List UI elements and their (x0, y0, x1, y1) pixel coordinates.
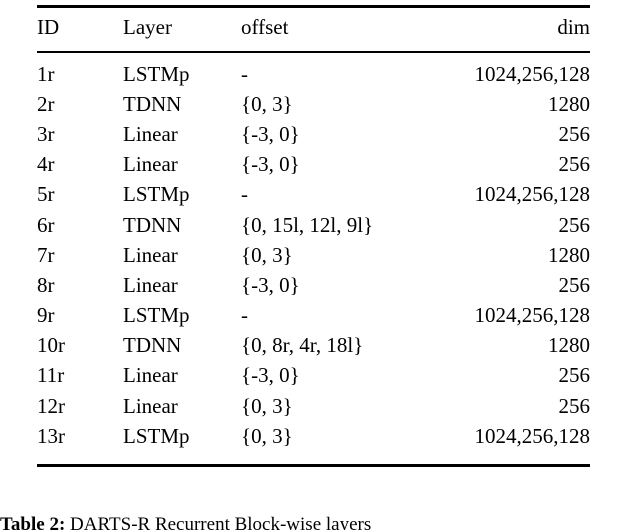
cell-offset: {-3, 0} (241, 272, 300, 297)
cell-layer: LSTMp (123, 182, 190, 207)
cell-dim: 256 (558, 272, 591, 297)
cell-id: 3r (37, 121, 55, 146)
cell-offset: {0, 15l, 12l, 9l} (241, 212, 374, 237)
cell-dim: 1280 (548, 333, 590, 358)
cell-offset: {0, 3} (241, 242, 293, 267)
table-row: 12r Linear {0, 3} 256 (37, 393, 591, 426)
cell-layer: Linear (123, 152, 178, 177)
cell-dim: 256 (558, 393, 591, 418)
table-row: 11r Linear {-3, 0} 256 (37, 365, 590, 395)
table-row: 6r TDNN {0, 15l, 12l, 9l} 256 (37, 212, 591, 245)
cell-dim: 256 (558, 212, 591, 237)
cell-dim: 1024,256,128 (474, 423, 591, 448)
cell-dim: 1280 (548, 91, 590, 116)
cell-layer: LSTMp (123, 303, 190, 328)
column-header-offset: offset (241, 14, 289, 39)
table-row: 13r LSTMp {0, 3} 1024,256,128 (37, 423, 591, 456)
cell-id: 1r (37, 61, 55, 86)
cell-id: 5r (37, 182, 55, 207)
table-caption: Table 2: DARTS-R Recurrent Block-wise la… (0, 515, 622, 530)
cell-layer: Linear (123, 121, 178, 146)
spacer-above-bottom-rule (37, 456, 590, 464)
cell-dim: 1024,256,128 (474, 182, 591, 207)
table-container: ID Layer offset dim 1r LSTMp - 1024,256,128… (37, 5, 591, 468)
cell-offset: {-3, 0} (241, 121, 300, 146)
table-row: 5r LSTMp - 1024,256,128 (37, 184, 590, 214)
cell-dim: 1024,256,128 (474, 61, 591, 86)
cell-id: 10r (37, 333, 65, 358)
table-row: 9r LSTMp - 1024,256,128 (37, 305, 590, 335)
cell-layer: Linear (123, 272, 178, 297)
cell-id: 2r (37, 91, 55, 116)
cell-dim: 256 (558, 152, 591, 177)
cell-offset: {-3, 0} (241, 363, 300, 388)
table-header: ID Layer offset dim (37, 12, 590, 42)
table-body: 1r LSTMp - 1024,256,128 2r TDNN {0, 3} 1280 3r Li… (37, 61, 591, 456)
table-row: 2r TDNN {0, 3} 1280 (37, 91, 590, 124)
cell-offset: {0, 3} (241, 91, 293, 116)
cell-offset: {0, 3} (241, 393, 293, 418)
cell-offset: {-3, 0} (241, 152, 300, 177)
spacer-above-mid-rule (37, 42, 590, 51)
table-header-row: ID Layer offset dim (37, 12, 590, 42)
cell-id: 4r (37, 152, 55, 177)
cell-dim: 1024,256,128 (474, 303, 591, 328)
column-header-id: ID (37, 14, 60, 39)
cell-id: 11r (37, 363, 65, 388)
cell-dim: 1280 (548, 242, 590, 267)
table-row: 7r Linear {0, 3} 1280 (37, 242, 590, 275)
table-row: 10r TDNN {0, 8r, 4r, 18l} 1280 (37, 335, 590, 365)
cell-layer: Linear (123, 363, 178, 388)
architecture-table-body: 1r LSTMp - 1024,256,128 2r TDNN {0, 3} 1280 3r Li… (37, 61, 591, 456)
cell-offset: - (241, 303, 248, 328)
column-header-dim: dim (557, 14, 590, 39)
cell-id: 6r (37, 212, 55, 237)
cell-id: 12r (37, 393, 65, 418)
architecture-table: ID Layer offset dim (37, 12, 590, 42)
cell-layer: LSTMp (123, 61, 190, 86)
caption-label: Table 2: (0, 515, 66, 530)
cell-layer: TDNN (123, 91, 182, 116)
cell-id: 7r (37, 242, 55, 267)
cell-id: 9r (37, 303, 55, 328)
cell-offset: {0, 3} (241, 423, 293, 448)
cell-layer: TDNN (123, 212, 182, 237)
column-header-layer: Layer (123, 14, 172, 39)
cell-id: 8r (37, 272, 55, 297)
cell-layer: TDNN (123, 333, 182, 358)
caption-text: DARTS-R Recurrent Block-wise layers (70, 515, 372, 530)
cell-layer: Linear (123, 242, 178, 267)
table-row: 3r Linear {-3, 0} 256 (37, 121, 591, 154)
cell-offset: {0, 8r, 4r, 18l} (241, 333, 364, 358)
cell-dim: 256 (558, 363, 591, 388)
table-row: 8r Linear {-3, 0} 256 (37, 272, 591, 305)
table-rule-bottom (37, 464, 590, 468)
table-row: 4r Linear {-3, 0} 256 (37, 154, 590, 184)
table-row: 1r LSTMp - 1024,256,128 (37, 61, 591, 94)
cell-layer: Linear (123, 393, 178, 418)
cell-offset: - (241, 61, 248, 86)
cell-id: 13r (37, 423, 65, 448)
cell-layer: LSTMp (123, 423, 190, 448)
cell-offset: - (241, 182, 248, 207)
cell-dim: 256 (558, 121, 591, 146)
